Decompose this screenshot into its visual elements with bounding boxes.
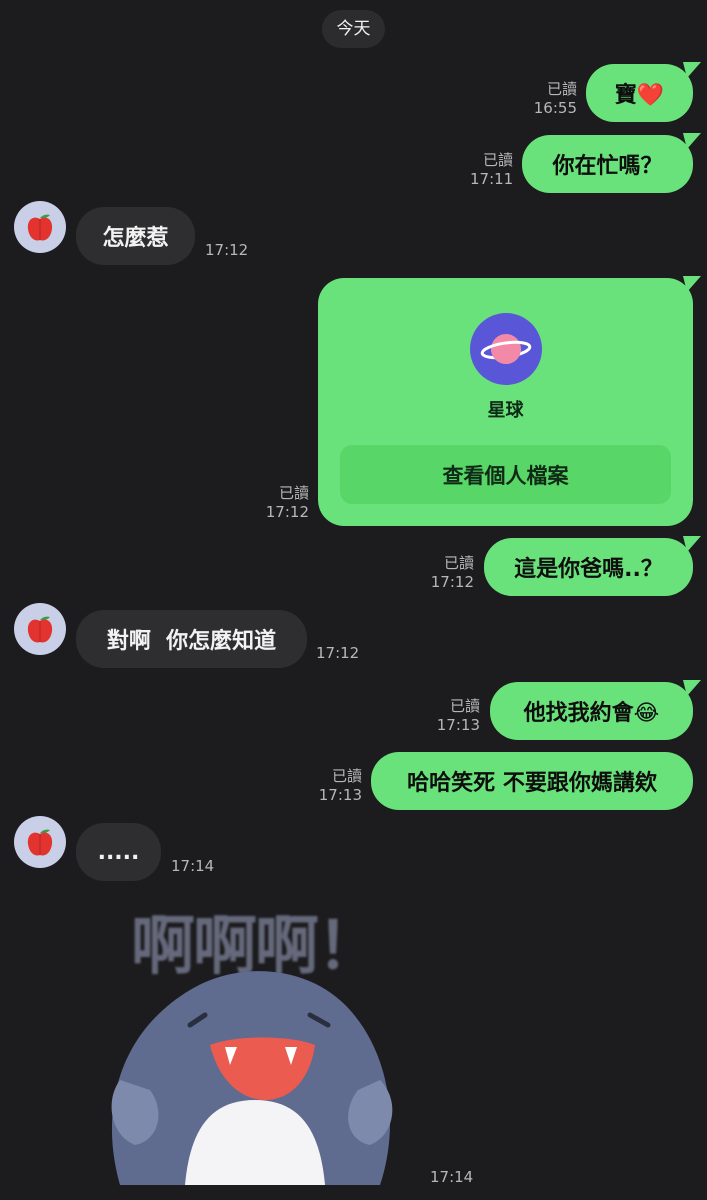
- timestamp: 16:55: [533, 99, 577, 117]
- message-text: 對啊 你怎麼知道: [106, 629, 277, 654]
- sticker-message[interactable]: 啊啊啊！: [80, 895, 430, 1185]
- message-text: 寶❤️: [614, 83, 665, 108]
- sent-message[interactable]: 寶❤️: [586, 64, 693, 122]
- sent-message[interactable]: 這是你爸嗎..？: [484, 538, 693, 596]
- sent-message[interactable]: 你在忙嗎？: [522, 135, 693, 193]
- message-text: 他找我約會😂: [523, 701, 660, 726]
- bubble-tail: [683, 133, 701, 149]
- read-receipt: 已讀 16:55: [520, 80, 577, 118]
- timestamp: 17:12: [265, 503, 309, 521]
- contact-avatar[interactable]: [14, 201, 66, 253]
- timestamp: 17:13: [436, 716, 480, 734]
- sent-message[interactable]: 他找我約會😂: [490, 682, 693, 740]
- bubble-tail: [683, 536, 701, 552]
- read-receipt: 已讀 17:12: [262, 484, 309, 522]
- apple-icon: [27, 214, 53, 241]
- planet-icon: [470, 313, 542, 385]
- read-receipt: 已讀 17:13: [434, 697, 480, 735]
- shark-sticker-icon: [111, 971, 393, 1185]
- message-text: 這是你爸嗎..？: [514, 557, 663, 582]
- message-text: 你在忙嗎？: [552, 154, 663, 179]
- date-divider: 今天: [322, 10, 385, 48]
- read-receipt: 已讀 17:11: [470, 151, 513, 189]
- contact-avatar[interactable]: [14, 816, 66, 868]
- read-label: 已讀: [278, 484, 309, 502]
- profile-card[interactable]: 星球 查看個人檔案: [318, 278, 693, 526]
- bubble-tail: [683, 62, 701, 78]
- contact-avatar[interactable]: [14, 603, 66, 655]
- message-text: 怎麼惹: [102, 226, 169, 251]
- card-contact-name: 星球: [487, 400, 524, 421]
- apple-icon: [27, 829, 53, 856]
- received-message[interactable]: .....: [76, 823, 161, 881]
- read-label: 已讀: [482, 151, 513, 169]
- timestamp: 17:14: [430, 1168, 474, 1186]
- timestamp: 17:12: [316, 644, 360, 662]
- apple-icon: [27, 616, 53, 643]
- bubble-tail: [683, 680, 701, 696]
- timestamp: 17:13: [318, 786, 362, 804]
- read-label: 已讀: [449, 697, 480, 715]
- read-label: 已讀: [443, 554, 474, 572]
- timestamp: 17:14: [171, 857, 215, 875]
- message-text: .....: [97, 839, 140, 865]
- read-receipt: 已讀 17:12: [428, 554, 474, 592]
- sent-message[interactable]: 哈哈笑死 不要跟你媽講欸: [371, 752, 693, 810]
- read-receipt: 已讀 17:13: [316, 767, 362, 805]
- timestamp: 17:11: [470, 170, 514, 188]
- message-text: 哈哈笑死 不要跟你媽講欸: [407, 771, 657, 796]
- read-label: 已讀: [546, 80, 577, 98]
- view-profile-button[interactable]: 查看個人檔案: [340, 445, 671, 504]
- read-label: 已讀: [331, 767, 362, 785]
- received-message[interactable]: 對啊 你怎麼知道: [76, 610, 307, 668]
- received-message[interactable]: 怎麼惹: [76, 207, 195, 265]
- timestamp: 17:12: [205, 241, 249, 259]
- timestamp: 17:12: [430, 573, 474, 591]
- bubble-tail: [683, 276, 701, 292]
